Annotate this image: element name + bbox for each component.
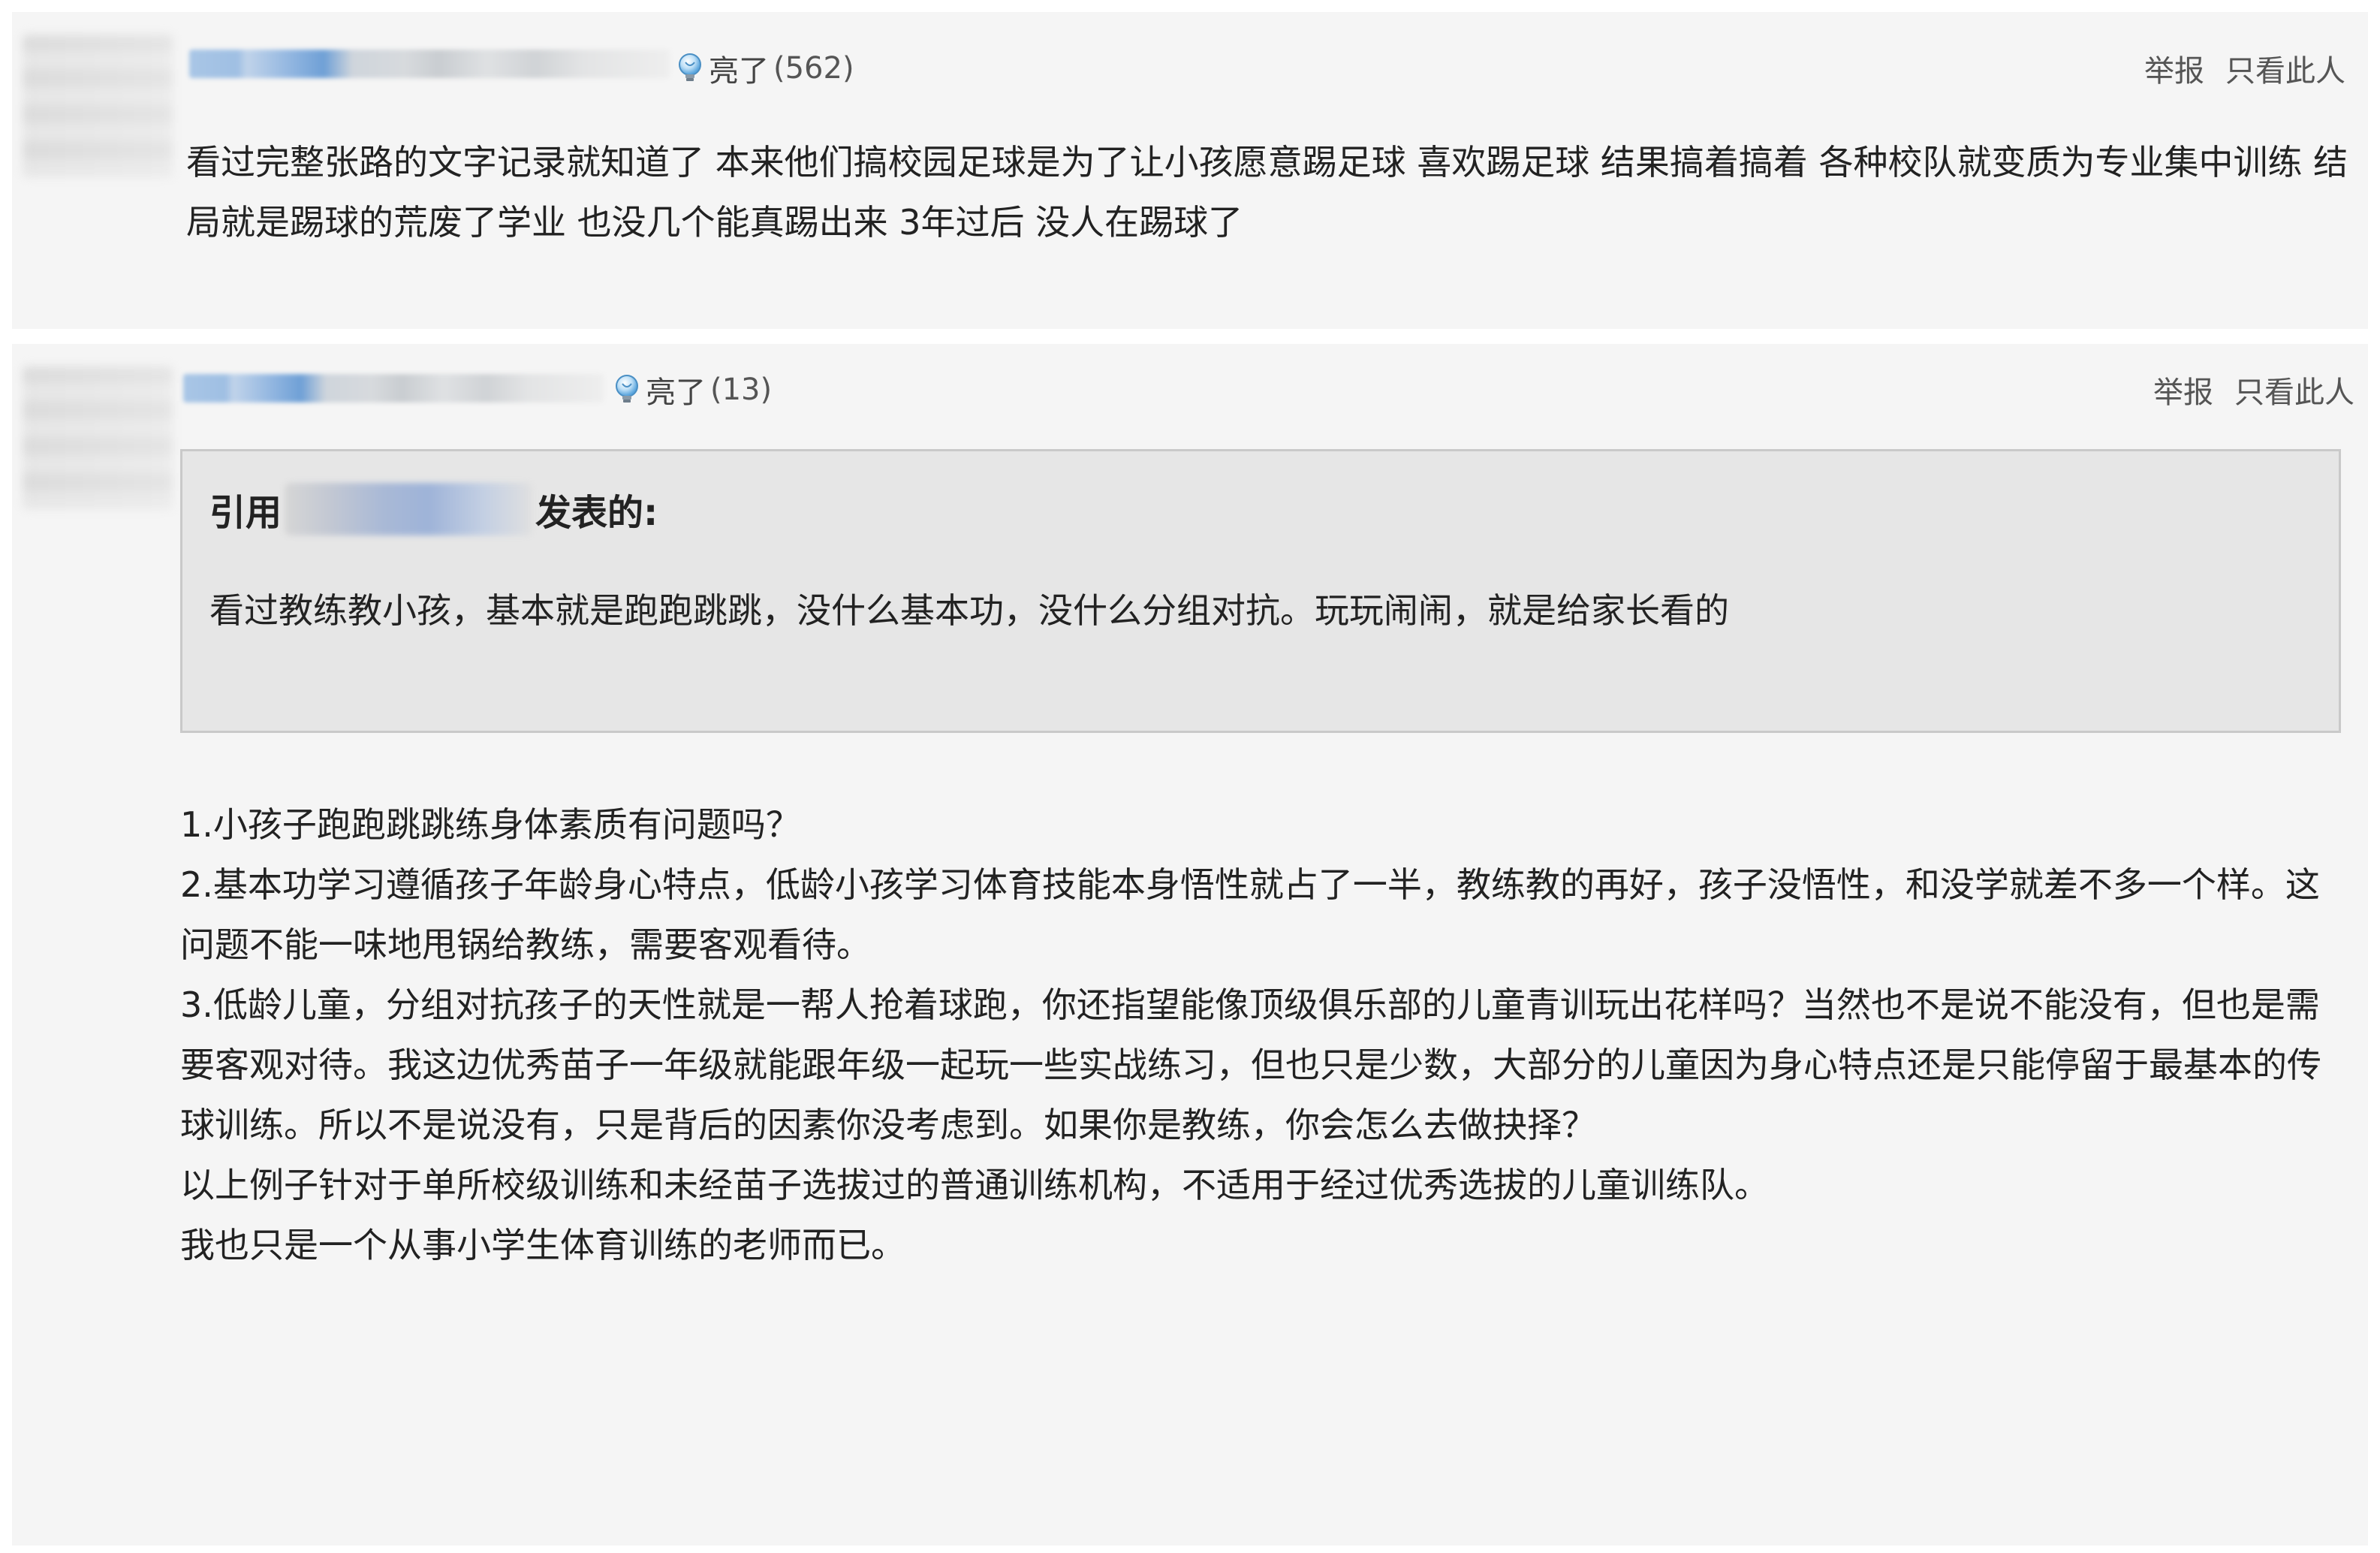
username-blurred[interactable] [183,374,604,403]
post-text: 看过完整张路的文字记录就知道了 本来他们搞校园足球是为了让小孩愿意踢足球 喜欢踢… [186,142,2348,243]
username-blurred[interactable] [189,50,670,78]
lightbulb-icon [613,373,641,406]
only-this-user-link[interactable]: 只看此人 [2234,375,2354,410]
quote-block: 引用 发表的: 看过教练教小孩，基本就是跑跑跳跳，没什么基本功，没什么分组对抗。… [180,449,2341,733]
post-actions: 举报 只看此人 [2153,368,2354,412]
light-label: 亮了 [646,375,706,410]
post-paragraph: 3.低龄儿童，分组对抗孩子的天性就是一帮人抢着球跑，你还指望能像顶级俱乐部的儿童… [180,985,2321,1145]
post-paragraph: 1.小孩子跑跑跳跳练身体素质有问题吗？ [180,804,800,845]
quote-prefix: 引用 [209,492,282,534]
post-content: 1.小孩子跑跑跳跳练身体素质有问题吗？ 2.基本功学习遵循孩子年龄身心特点，低龄… [180,795,2342,1275]
avatar[interactable] [23,366,173,509]
light-button[interactable]: 亮了 (13) [613,368,772,412]
report-link[interactable]: 举报 [2144,54,2204,89]
quote-header: 引用 发表的: [209,483,658,535]
light-button[interactable]: 亮了 (562) [676,47,854,90]
post-paragraph: 我也只是一个从事小学生体育训练的老师而已。 [180,1225,905,1265]
report-link[interactable]: 举报 [2153,375,2213,410]
light-count: (13) [710,372,773,407]
post-actions: 举报 只看此人 [2144,47,2345,90]
post-paragraph: 2.基本功学习遵循孩子年龄身心特点，低龄小孩学习体育技能本身悟性就占了一半，教练… [180,864,2320,965]
quoted-username-blurred[interactable] [285,483,533,535]
reply-post: 亮了 (13) 举报 只看此人 引用 发表的: 看过教练教小孩，基本就是跑跑跳跳，… [12,344,2368,1545]
light-count: (562) [773,51,854,86]
quote-suffix: 发表的: [535,492,658,534]
quote-text: 看过教练教小孩，基本就是跑跑跳跳，没什么基本功，没什么分组对抗。玩玩闹闹，就是给… [209,590,1729,631]
only-this-user-link[interactable]: 只看此人 [2225,54,2345,89]
light-label: 亮了 [709,54,769,89]
avatar[interactable] [23,35,173,177]
lightbulb-icon [676,52,704,85]
post-paragraph: 以上例子针对于单所校级训练和未经苗子选拔过的普通训练机构，不适用于经过优秀选拔的… [180,1165,1769,1205]
post-content: 看过完整张路的文字记录就知道了 本来他们搞校园足球是为了让小孩愿意踢足球 喜欢踢… [186,132,2348,252]
reply-post: 亮了 (562) 举报 只看此人 看过完整张路的文字记录就知道了 本来他们搞校园足… [12,12,2368,329]
